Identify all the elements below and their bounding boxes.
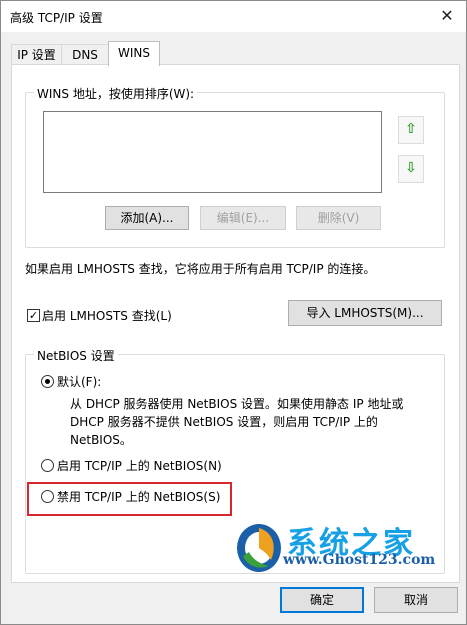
remove-button[interactable]: 删除(V) <box>296 206 381 230</box>
watermark-logo-icon <box>237 524 281 572</box>
radio-default[interactable] <box>41 375 54 388</box>
watermark: 系统之家 www.Ghost123.com <box>233 514 458 578</box>
lmhosts-checkbox[interactable]: ✓ <box>27 309 40 322</box>
edit-button[interactable]: 编辑(E)... <box>200 206 286 230</box>
radio-disable-netbios-label[interactable]: 禁用 TCP/IP 上的 NetBIOS(S) <box>57 488 220 505</box>
watermark-url: www.Ghost123.com <box>283 552 436 568</box>
lmhosts-checkbox-label[interactable]: 启用 LMHOSTS 查找(L) <box>42 307 172 324</box>
radio-enable-netbios-label[interactable]: 启用 TCP/IP 上的 NetBIOS(N) <box>57 457 222 474</box>
cancel-button[interactable]: 取消 <box>374 587 458 613</box>
wins-address-group: WINS 地址，按使用排序(W): ⇧ ⇩ 添加(A)... 编辑(E)... … <box>25 85 445 248</box>
wins-tab-panel: WINS 地址，按使用排序(W): ⇧ ⇩ 添加(A)... 编辑(E)... … <box>11 64 460 583</box>
radio-disable-netbios[interactable] <box>41 490 54 503</box>
radio-default-label[interactable]: 默认(F): <box>57 373 101 390</box>
radio-selected-dot <box>45 379 50 384</box>
close-icon[interactable]: ✕ <box>436 5 458 27</box>
move-down-icon[interactable]: ⇩ <box>398 155 424 183</box>
radio-enable-netbios[interactable] <box>41 459 54 472</box>
default-description-line1: 从 DHCP 服务器使用 NetBIOS 设置。如果使用静态 IP 地址或 <box>70 397 404 411</box>
tab-dns[interactable]: DNS <box>61 44 109 65</box>
wins-address-list[interactable] <box>43 111 382 193</box>
netbios-group-title: NetBIOS 设置 <box>34 347 118 364</box>
tab-wins[interactable]: WINS <box>108 41 160 66</box>
add-button[interactable]: 添加(A)... <box>105 206 189 230</box>
dialog-window: 高级 TCP/IP 设置 ✕ IP 设置 DNS WINS WINS 地址，按使… <box>0 0 467 625</box>
title-bar: 高级 TCP/IP 设置 ✕ <box>1 1 466 32</box>
tab-ip-settings[interactable]: IP 设置 <box>11 44 62 65</box>
wins-group-title: WINS 地址，按使用排序(W): <box>34 85 198 102</box>
default-description-line3: NetBIOS。 <box>70 433 132 447</box>
import-lmhosts-button[interactable]: 导入 LMHOSTS(M)... <box>288 300 442 326</box>
window-title: 高级 TCP/IP 设置 <box>10 11 103 25</box>
ok-button[interactable]: 确定 <box>280 587 364 613</box>
move-up-icon[interactable]: ⇧ <box>398 116 424 144</box>
default-description-line2: DHCP 服务器不提供 NetBIOS 设置，则启用 TCP/IP 上的 <box>70 415 378 429</box>
lmhosts-info-text: 如果启用 LMHOSTS 查找，它将应用于所有启用 TCP/IP 的连接。 <box>25 262 376 276</box>
